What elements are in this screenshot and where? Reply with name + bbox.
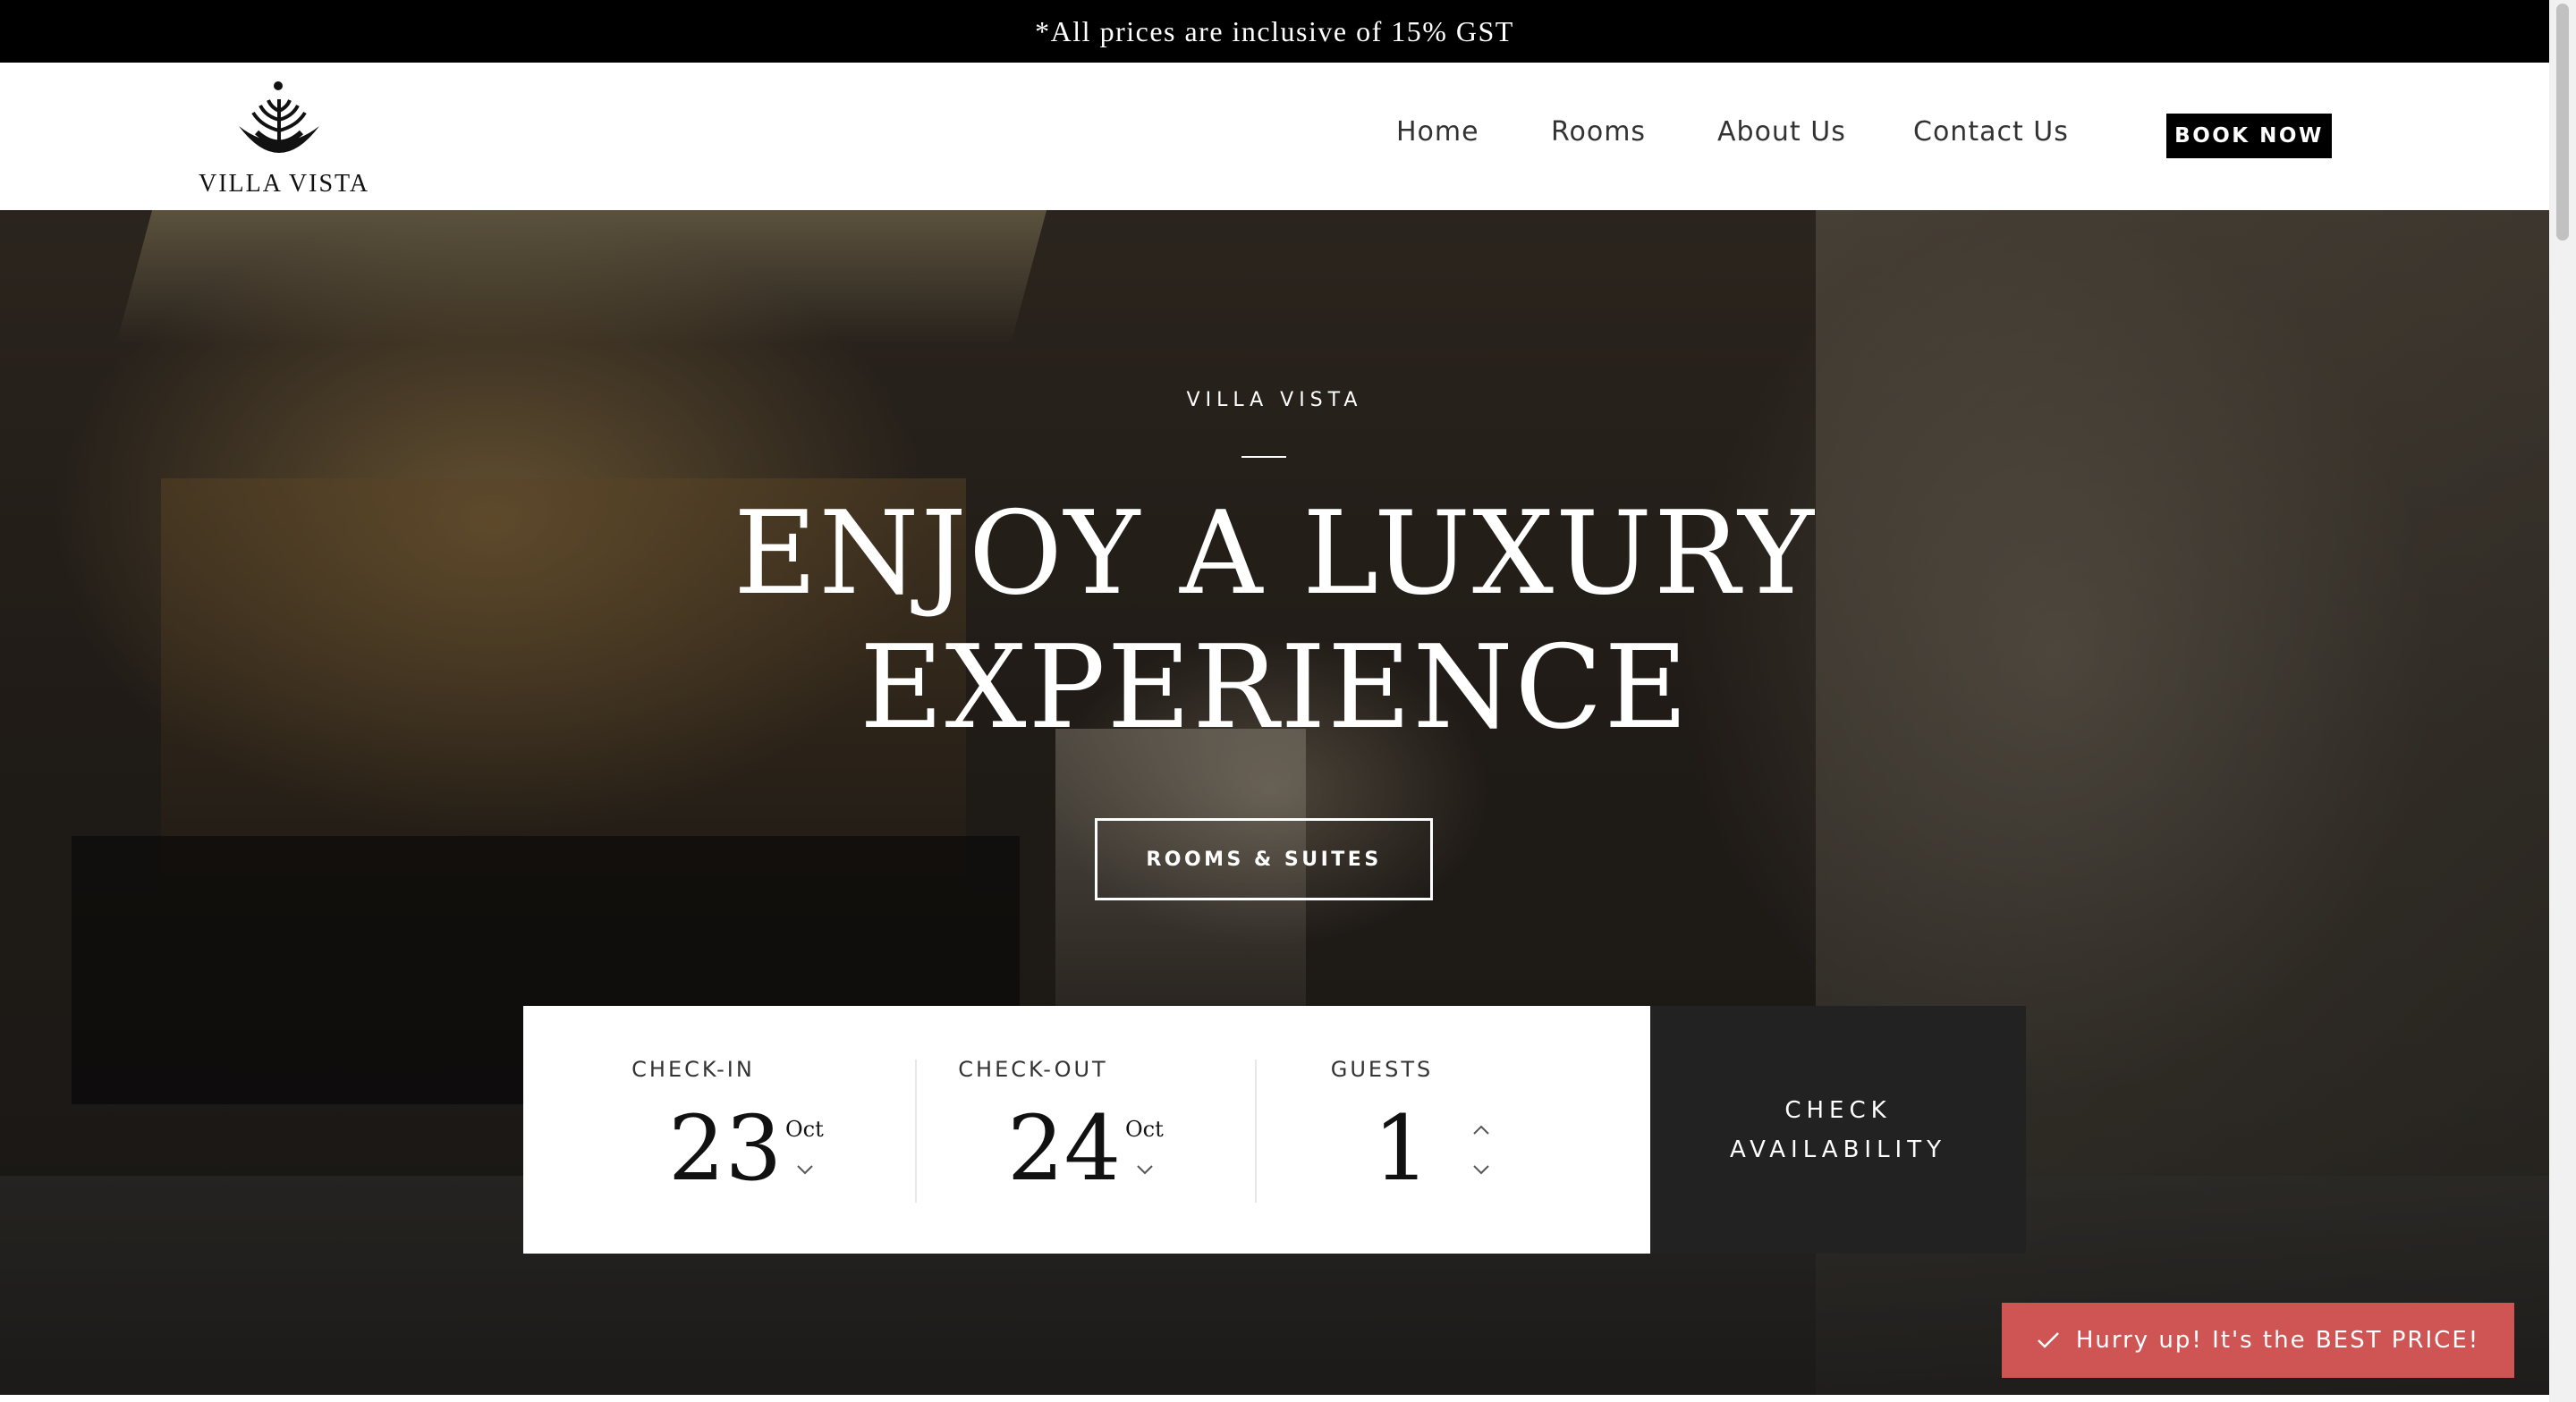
checkout-day: 24 — [1007, 1096, 1122, 1201]
checkin-field[interactable]: CHECK-IN 23 Oct — [523, 1006, 863, 1254]
logo-text: VILLA VISTA — [199, 170, 370, 198]
announcement-text: *All prices are inclusive of 15% GST — [1035, 14, 1514, 47]
booking-widget: CHECK-IN 23 Oct CHECK-OUT 24 Oct GUESTS … — [523, 1006, 1650, 1254]
promo-banner[interactable]: Hurry up! It's the BEST PRICE! — [2002, 1303, 2514, 1378]
nav-about-us[interactable]: About Us — [1717, 116, 1846, 148]
checkout-month: Oct — [1125, 1117, 1164, 1142]
check-availability-line-1: CHECK — [1784, 1096, 1892, 1124]
hero-kicker: VILLA VISTA — [1186, 389, 1363, 411]
guests-label: GUESTS — [1330, 1057, 1434, 1082]
check-availability-line-2: AVAILABILITY — [1730, 1136, 1946, 1163]
announcement-bar: *All prices are inclusive of 15% GST — [0, 0, 2549, 63]
checkin-label: CHECK-IN — [631, 1057, 755, 1082]
nav-rooms[interactable]: Rooms — [1551, 116, 1646, 148]
scrollbar-thumb[interactable] — [2556, 4, 2569, 241]
checkin-day: 23 — [668, 1096, 783, 1201]
site-header: VILLA VISTA Home Rooms About Us Contact … — [0, 63, 2549, 210]
checkout-field[interactable]: CHECK-OUT 24 Oct — [917, 1006, 1257, 1254]
hero-title: ENJOY A LUXURY EXPERIENCE — [0, 487, 2549, 756]
checkin-month: Oct — [785, 1117, 824, 1142]
page-scrollbar[interactable] — [2549, 0, 2576, 1402]
hero-title-line-2: EXPERIENCE — [860, 621, 1690, 755]
hero-title-line-1: ENJOY A LUXURY — [733, 487, 1816, 621]
guests-field[interactable]: GUESTS 1 — [1257, 1006, 1597, 1254]
chevron-down-icon[interactable] — [1135, 1160, 1155, 1179]
chevron-down-icon[interactable] — [1471, 1160, 1491, 1179]
guests-value: 1 — [1373, 1096, 1430, 1201]
logo[interactable]: VILLA VISTA — [199, 77, 370, 202]
chevron-up-icon[interactable] — [1471, 1120, 1491, 1140]
tree-moon-logo-icon — [239, 81, 319, 153]
promo-text: Hurry up! It's the BEST PRICE! — [2075, 1327, 2480, 1354]
chevron-down-icon[interactable] — [795, 1160, 815, 1179]
check-icon — [2037, 1332, 2059, 1348]
check-availability-button[interactable]: CHECK AVAILABILITY — [1650, 1006, 2026, 1254]
checkout-label: CHECK-OUT — [958, 1057, 1108, 1082]
nav-contact-us[interactable]: Contact Us — [1913, 116, 2069, 148]
book-now-button[interactable]: BOOK NOW — [2166, 114, 2332, 158]
hero-divider — [1241, 456, 1286, 458]
rooms-suites-button[interactable]: ROOMS & SUITES — [1095, 818, 1433, 900]
nav-home[interactable]: Home — [1396, 116, 1479, 148]
